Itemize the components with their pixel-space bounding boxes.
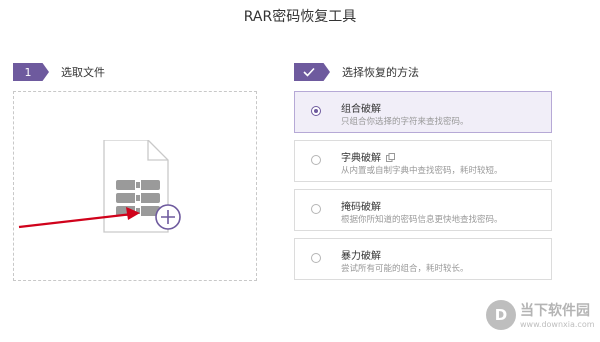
step-1-label: 选取文件 <box>61 66 105 79</box>
method-mask-desc: 根据你所知道的密码信息更快地查找密码。 <box>341 215 503 225</box>
check-icon <box>303 67 315 77</box>
app-title: RAR密码恢复工具 <box>243 9 357 25</box>
watermark-logo-icon: D <box>486 300 516 330</box>
method-mask-option[interactable]: 掩码破解 根据你所知道的密码信息更快地查找密码。 <box>294 189 552 231</box>
step-1-header: 1 选取文件 <box>13 63 105 81</box>
file-drop-zone[interactable] <box>13 91 257 281</box>
watermark-text: 当下软件园 <box>520 303 590 319</box>
step-2-label: 选择恢复的方法 <box>342 66 419 79</box>
step-1-badge: 1 <box>13 63 49 81</box>
method-bruteforce-desc: 尝试所有可能的组合，耗时较长。 <box>341 264 469 274</box>
method-combination-radio[interactable] <box>311 106 321 116</box>
method-dictionary-title-row: 字典破解 <box>341 149 395 164</box>
method-bruteforce-radio[interactable] <box>311 253 321 263</box>
method-dictionary-radio[interactable] <box>311 155 321 165</box>
method-dictionary-option[interactable]: 字典破解 从内置或自制字典中查找密码，耗时较短。 <box>294 140 552 182</box>
method-bruteforce-title: 暴力破解 <box>341 251 381 262</box>
step-2-header: 选择恢复的方法 <box>294 63 419 81</box>
rar-file-icon <box>103 140 181 233</box>
method-mask-radio[interactable] <box>311 204 321 214</box>
method-combination-desc: 只组合你选择的字符来查找密码。 <box>341 117 469 127</box>
method-bruteforce-option[interactable]: 暴力破解 尝试所有可能的组合，耗时较长。 <box>294 238 552 280</box>
method-mask-title: 掩码破解 <box>341 202 381 213</box>
watermark-url: www.downxia.com <box>520 320 595 329</box>
watermark: D 当下软件园 www.downxia.com <box>486 298 596 334</box>
method-combination-title: 组合破解 <box>341 104 381 115</box>
copy-icon[interactable] <box>386 153 395 162</box>
method-dictionary-title: 字典破解 <box>341 153 381 164</box>
method-dictionary-desc: 从内置或自制字典中查找密码，耗时较短。 <box>341 166 503 176</box>
step-2-badge <box>294 63 330 81</box>
method-combination-option[interactable]: 组合破解 只组合你选择的字符来查找密码。 <box>294 91 552 133</box>
